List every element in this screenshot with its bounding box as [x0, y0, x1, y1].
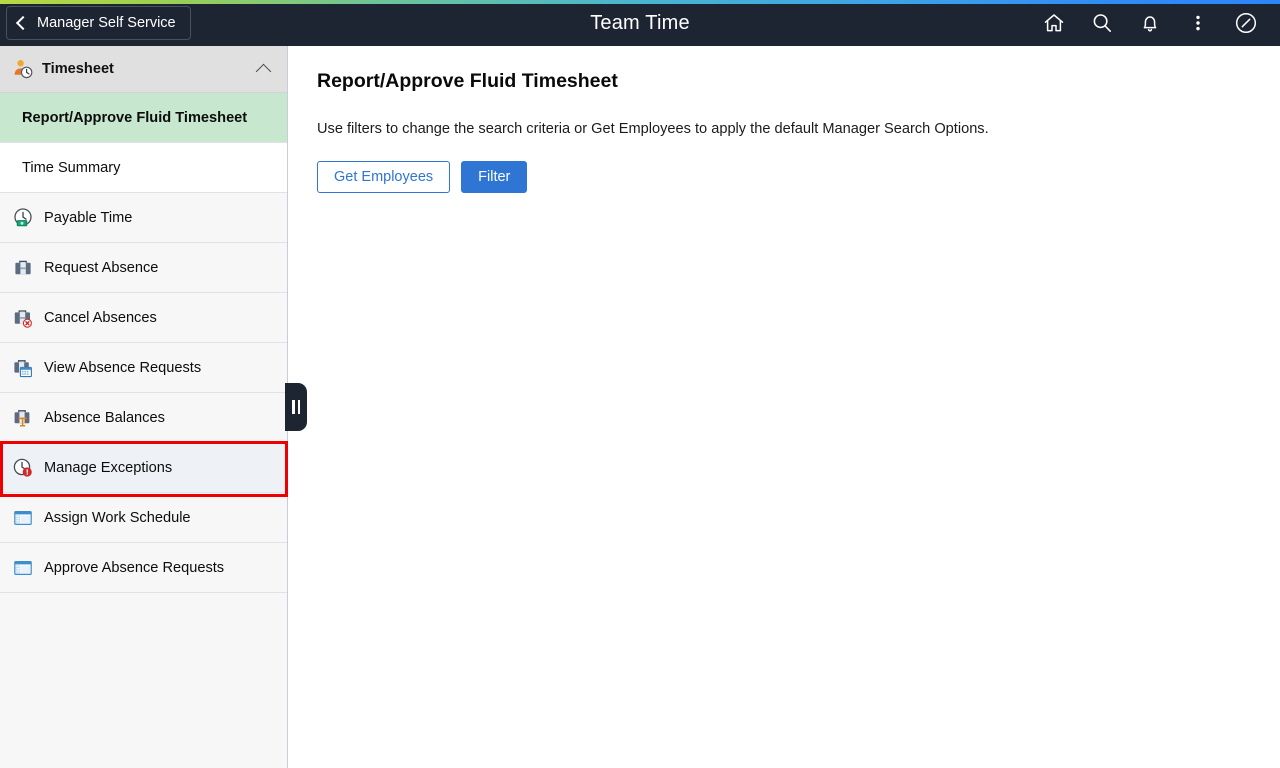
collapse-sidebar-handle[interactable]	[285, 383, 307, 431]
sidebar-item-view-absence-requests[interactable]: View Absence Requests	[0, 343, 287, 393]
sidebar-item-request-absence[interactable]: Request Absence	[0, 243, 287, 293]
sidebar-item-assign-work-schedule[interactable]: Assign Work Schedule	[0, 493, 287, 543]
back-chevron-icon	[15, 15, 31, 31]
sidebar-item-approve-absence-requests[interactable]: Approve Absence Requests	[0, 543, 287, 593]
action-button-row: Get Employees Filter	[317, 161, 1252, 193]
window-form-icon	[10, 557, 36, 579]
sidebar-group-timesheet[interactable]: Timesheet	[0, 46, 287, 93]
briefcase-calendar-icon	[10, 357, 36, 379]
clock-alert-icon	[10, 457, 36, 479]
clock-money-icon	[10, 207, 36, 229]
window-form-icon	[10, 507, 36, 529]
sidebar-item-label: Cancel Absences	[44, 309, 157, 326]
page-description: Use filters to change the search criteri…	[317, 121, 989, 137]
actions-kebab-icon[interactable]	[1174, 0, 1222, 46]
sidebar-item-label: Report/Approve Fluid Timesheet	[22, 109, 248, 126]
header-title-text: Team Time	[590, 11, 690, 34]
sidebar-item-time-summary[interactable]: Time Summary	[0, 143, 287, 193]
sidebar-empty-space	[0, 593, 287, 768]
sidebar-item-label: Request Absence	[44, 259, 159, 276]
person-clock-icon	[10, 58, 36, 80]
sidebar-item-label: Payable Time	[44, 209, 133, 226]
app-header: Manager Self Service Team Time	[0, 0, 1280, 46]
chevron-up-icon[interactable]	[255, 63, 272, 79]
sidebar-item-label: View Absence Requests	[44, 359, 202, 376]
brand-gradient-strip	[0, 0, 1280, 4]
sidebar-item-label: Approve Absence Requests	[44, 559, 225, 576]
sidebar-item-label: Manage Exceptions	[44, 459, 173, 476]
sidebar-item-label: Assign Work Schedule	[44, 509, 191, 526]
pause-bars-icon	[291, 400, 301, 414]
briefcase-icon	[10, 257, 36, 279]
search-icon[interactable]	[1078, 0, 1126, 46]
main-content-area: Report/Approve Fluid Timesheet Use filte…	[289, 46, 1280, 768]
sidebar-item-report-approve-fluid-timesheet[interactable]: Report/Approve Fluid Timesheet	[0, 93, 287, 143]
briefcase-cancel-icon	[10, 307, 36, 329]
home-icon[interactable]	[1030, 0, 1078, 46]
sidebar-group-label: Timesheet	[42, 61, 114, 77]
get-employees-button[interactable]: Get Employees	[317, 161, 451, 193]
briefcase-balance-icon	[10, 407, 36, 429]
sidebar-item-cancel-absences[interactable]: Cancel Absences	[0, 293, 287, 343]
navbar-compass-icon[interactable]	[1222, 0, 1270, 46]
notifications-bell-icon[interactable]	[1126, 0, 1174, 46]
sidebar-item-payable-time[interactable]: Payable Time	[0, 193, 287, 243]
sidebar-item-absence-balances[interactable]: Absence Balances	[0, 393, 287, 443]
filter-button[interactable]: Filter	[461, 161, 528, 193]
sidebar-item-label: Absence Balances	[44, 409, 165, 426]
page-title: Report/Approve Fluid Timesheet	[317, 70, 618, 92]
back-button-label: Manager Self Service	[37, 15, 176, 31]
back-to-manager-self-service-button[interactable]: Manager Self Service	[6, 6, 191, 40]
left-navigation-sidebar: Timesheet Report/Approve Fluid Timesheet…	[0, 46, 288, 768]
sidebar-item-manage-exceptions[interactable]: Manage Exceptions	[0, 443, 287, 493]
app-root: Manager Self Service Team Time Timesheet…	[0, 0, 1280, 768]
header-icon-group	[1030, 0, 1270, 46]
sidebar-item-label: Time Summary	[22, 159, 121, 176]
